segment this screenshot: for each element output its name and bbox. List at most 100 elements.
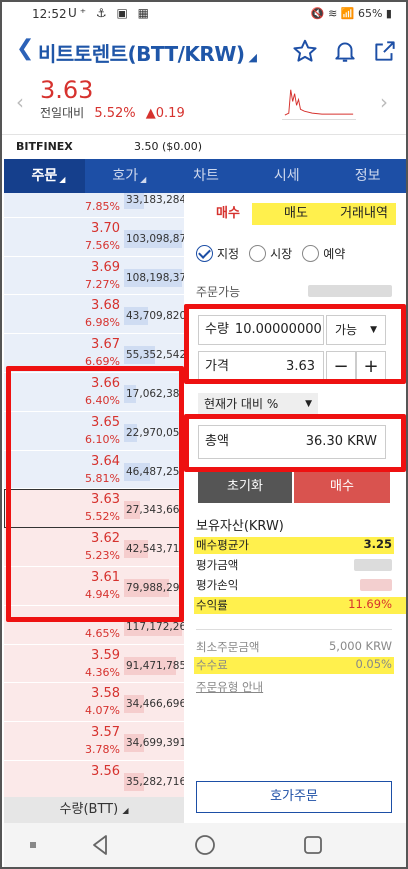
buy-button[interactable]: 매수 <box>294 471 390 503</box>
tab-label: 주문 <box>31 168 58 184</box>
redacted-value <box>360 579 392 591</box>
orderbook-quantity: 35,282,716 <box>124 773 184 791</box>
sub-tab-history[interactable]: 거래내역 <box>330 199 398 229</box>
avg-price-value: 3.25 <box>363 537 392 551</box>
orderbook-row[interactable]: 7.85% 33,183,284 <box>4 193 184 218</box>
sparkline-chart <box>282 89 356 120</box>
orderbook-row[interactable]: 3.69 7.27% 108,198,379 <box>4 256 184 296</box>
price-compare-label: 현재가 대비 % <box>204 397 279 411</box>
change-amount: ▲0.19 <box>145 106 185 121</box>
radio-label: 시장 <box>270 247 293 261</box>
tab-label: 차트 <box>193 168 219 184</box>
radio-circle-icon <box>302 245 320 262</box>
system-nav-bar <box>4 823 406 867</box>
orderbook-price: 3.56 <box>91 764 120 779</box>
price-compare-select[interactable]: 현재가 대비 % ▼ <box>198 393 318 415</box>
quantity-unit-label: 수량(BTT) <box>59 802 119 817</box>
orderbook-percent: 3.78% <box>85 743 120 757</box>
back-icon[interactable] <box>90 834 112 856</box>
tab-label: 호가 <box>112 168 139 184</box>
recents-icon[interactable] <box>302 834 324 856</box>
coin-selector[interactable]: 비트토렌트(BTT/KRW) ◢ <box>38 38 257 67</box>
eval-amount-label: 평가금액 <box>196 558 239 572</box>
orderbook-row[interactable]: 3.58 4.07% 34,466,696 <box>4 683 184 723</box>
order-panel: 매수 매도 거래내역 지정 시장 예약 주문가능 수량 10.00000000 가… <box>188 193 406 823</box>
change-percent: 5.52% <box>94 106 136 121</box>
tab-indicator-icon: ◢ <box>59 175 66 184</box>
highlight-box-total <box>184 414 406 472</box>
radio-label: 지정 <box>217 247 240 261</box>
orderbook-order-button[interactable]: 호가주문 <box>196 781 392 813</box>
radio-reserve[interactable]: 예약 <box>302 245 345 262</box>
radio-market[interactable]: 시장 <box>249 245 292 262</box>
orderbook-row[interactable]: 3.70 7.56% 103,098,873 <box>4 217 184 257</box>
orderbook-quantity: 34,699,391 <box>124 734 184 753</box>
tab-chart[interactable]: 차트 <box>166 159 247 193</box>
orderbook-price: 3.59 <box>91 647 120 663</box>
avg-price-label: 매수평균가 <box>196 538 249 552</box>
orderbook-price: 3.68 <box>91 298 120 314</box>
sub-tab-sell[interactable]: 매도 <box>262 199 330 229</box>
exchange-reference: BITFINEX 3.50 ($0.00) <box>2 134 406 156</box>
order-guide-row: 주문유형 안내 <box>196 679 392 697</box>
bell-icon[interactable] <box>332 38 358 64</box>
order-guide-link[interactable]: 주문유형 안내 <box>196 679 263 695</box>
orderbook-row[interactable]: 3.59 4.36% 91,471,785 <box>4 644 184 684</box>
orderbook-quantity: 55,352,542 <box>124 346 184 365</box>
order-sub-tabs: 매수 매도 거래내역 <box>194 199 398 229</box>
coin-title: 비트토렌트(BTT/KRW) <box>38 42 245 66</box>
orderbook-percent: 7.85% <box>85 200 120 213</box>
orderbook-price: 3.57 <box>91 725 120 741</box>
orderbook-quantity: 91,471,785 <box>124 656 184 675</box>
orderbook-percent: 7.27% <box>85 277 120 291</box>
tab-indicator-icon: ◢ <box>140 175 147 184</box>
tab-market[interactable]: 시세 <box>246 159 327 193</box>
price-change: 전일대비 5.52% ▲0.19 <box>40 104 185 121</box>
orderbook-percent: 4.65% <box>85 626 120 640</box>
orderbook-percent: 4.36% <box>85 665 120 679</box>
orderbook-row[interactable]: 3.56 35,282,716 <box>4 761 184 797</box>
return-label: 수익률 <box>196 598 228 612</box>
avg-buy-price-row: 매수평균가 3.25 <box>196 537 392 555</box>
star-icon[interactable] <box>292 38 318 64</box>
tab-orderbook[interactable]: 호가 ◢ <box>85 159 166 193</box>
tab-info[interactable]: 정보 <box>327 159 406 193</box>
check-icon <box>196 245 213 262</box>
orderbook-percent: 4.07% <box>85 704 120 718</box>
radio-circle-icon <box>249 245 267 262</box>
orderbook-price: 3.70 <box>91 220 120 236</box>
available-label: 주문가능 <box>196 285 241 299</box>
fee-value: 0.05% <box>355 657 392 671</box>
orderbook-row[interactable]: 3.68 6.98% 43,709,820 <box>4 295 184 335</box>
exchange-name: BITFINEX <box>16 140 73 153</box>
orderbook-quantity: 103,098,873 <box>124 229 184 248</box>
radio-label: 예약 <box>323 247 346 261</box>
current-price: 3.63 <box>40 76 94 104</box>
orderbook-price: 3.58 <box>91 686 120 702</box>
chevron-right-icon[interactable]: › <box>380 90 388 114</box>
eval-pl-label: 평가손익 <box>196 578 239 592</box>
share-icon[interactable] <box>372 38 398 64</box>
quantity-unit-selector[interactable]: 수량(BTT) ◢ <box>4 797 184 823</box>
tab-label: 정보 <box>354 168 381 184</box>
notification-icons: U⁺ ⚓ ▣ ▦ <box>68 6 152 20</box>
orderbook-quantity: 34,466,696 <box>124 695 184 714</box>
fee-row: 수수료 0.05% <box>196 657 392 675</box>
reset-button[interactable]: 초기화 <box>198 471 292 503</box>
orderbook-row[interactable]: 3.57 3.78% 34,699,391 <box>4 722 184 761</box>
dropdown-icon: ▼ <box>305 399 312 409</box>
divider <box>196 629 392 630</box>
tab-order[interactable]: 주문 ◢ <box>4 159 85 193</box>
back-arrow-icon[interactable]: ❮ <box>16 36 34 61</box>
home-icon[interactable] <box>194 834 216 856</box>
app-frame: 12:52 U⁺ ⚓ ▣ ▦ 🔇 ≋ 📶 65% ▮ ❮ 비트토렌트(BTT/K… <box>0 0 408 869</box>
min-order-label: 최소주문금액 <box>196 640 260 654</box>
status-bar: 12:52 U⁺ ⚓ ▣ ▦ 🔇 ≋ 📶 65% ▮ <box>2 2 406 28</box>
menu-dot-icon[interactable] <box>30 842 38 850</box>
orderbook-quantity: 108,198,379 <box>124 268 184 287</box>
return-rate-row: 수익률 11.69% <box>196 597 392 615</box>
price-summary: ‹ 3.63 전일대비 5.52% ▲0.19 › <box>2 72 406 134</box>
sub-tab-buy[interactable]: 매수 <box>194 199 262 229</box>
radio-limit[interactable]: 지정 <box>196 245 239 262</box>
chevron-left-icon[interactable]: ‹ <box>16 90 24 114</box>
